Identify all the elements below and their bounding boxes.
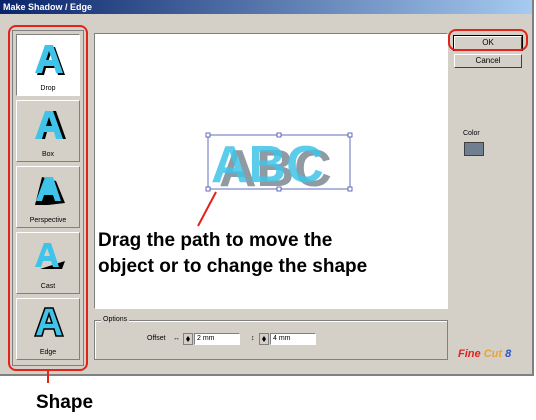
offset-x-input[interactable]: 2 mm — [194, 333, 240, 345]
callout-pointer-line — [197, 191, 217, 227]
selection-handle[interactable] — [205, 186, 211, 192]
selection-handle[interactable] — [347, 186, 353, 192]
selection-handle[interactable] — [347, 132, 353, 138]
shape-panel-highlight — [8, 25, 88, 371]
horizontal-arrow-icon: ↔ — [173, 335, 180, 342]
ok-button-highlight — [448, 29, 528, 51]
fine-cut-logo: Fine Cut 8 — [458, 348, 512, 360]
offset-y-spinner[interactable] — [259, 333, 269, 345]
offset-x-spinner[interactable] — [183, 333, 193, 345]
offset-label: Offset — [147, 335, 166, 342]
shape-caption-pointer — [47, 371, 49, 383]
selection-handle[interactable] — [276, 186, 282, 192]
options-legend: Options — [101, 316, 130, 323]
selection-handle[interactable] — [205, 132, 211, 138]
cancel-button[interactable]: Cancel — [454, 54, 522, 68]
shape-caption: Shape — [36, 392, 94, 413]
callout-line-2: object or to change the shape — [98, 256, 368, 277]
selection-handle[interactable] — [276, 132, 282, 138]
offset-y-input[interactable]: 4 mm — [270, 333, 316, 345]
dialog-title: Make Shadow / Edge — [0, 0, 532, 14]
color-label: Color — [463, 130, 480, 137]
options-group: Options Offset ↔ 2 mm ↕ 4 mm — [94, 316, 448, 360]
callout-line-1: Drag the path to move the — [98, 230, 333, 251]
vertical-arrow-icon: ↕ — [251, 335, 255, 342]
preview-text: ABC — [211, 136, 324, 194]
color-swatch[interactable] — [464, 142, 484, 156]
